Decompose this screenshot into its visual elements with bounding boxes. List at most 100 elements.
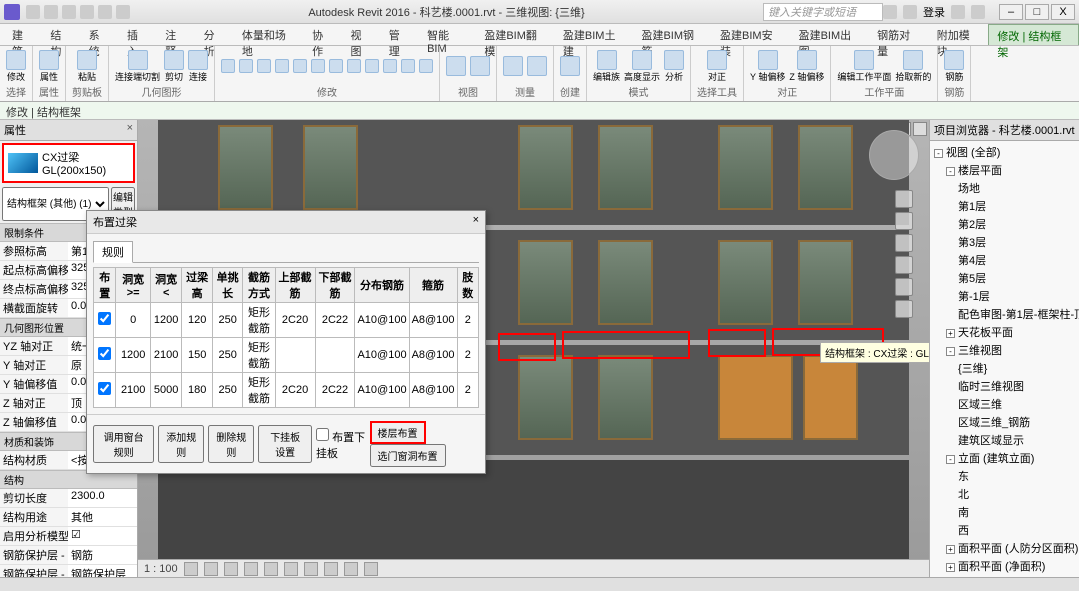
qat-undo-icon[interactable] [62, 5, 76, 19]
tree-node[interactable]: 第3层 [932, 233, 1077, 251]
dialog-tab-rules[interactable]: 规则 [93, 241, 133, 263]
ribbon-button[interactable] [275, 59, 289, 73]
type-selector[interactable]: CX过梁 GL(200x150) [2, 143, 135, 183]
nav-pan-icon[interactable] [895, 234, 913, 252]
ribbon-button[interactable]: Z 轴偏移 [789, 50, 824, 83]
ribbon-tab[interactable]: 插入 [119, 24, 157, 45]
dialog-close-icon[interactable]: × [473, 214, 479, 230]
crop-region-icon[interactable] [304, 562, 318, 576]
crop-view-icon[interactable] [284, 562, 298, 576]
viewcube[interactable] [869, 130, 919, 180]
nav-home-icon[interactable] [895, 190, 913, 208]
row-checkbox[interactable] [98, 347, 111, 360]
rendering-icon[interactable] [264, 562, 278, 576]
ribbon-button[interactable]: 钢筋 [944, 50, 964, 83]
ribbon-button[interactable]: 连接 [188, 50, 208, 83]
ribbon-tab[interactable]: 管理 [381, 24, 419, 45]
ribbon-tab[interactable]: 附加模块 [929, 24, 989, 45]
ribbon-button[interactable] [329, 59, 343, 73]
ribbon-button[interactable] [383, 59, 397, 73]
nav-orbit-icon[interactable] [895, 278, 913, 296]
ribbon-tab[interactable]: 盈建BIM安装 [712, 24, 791, 45]
row-checkbox[interactable] [98, 312, 111, 325]
tree-node[interactable]: 第-1层 [932, 287, 1077, 305]
tree-node[interactable]: 第1层 [932, 197, 1077, 215]
tree-expander-icon[interactable]: - [946, 167, 955, 176]
table-row[interactable]: 01200120250矩形截筋2C202C22A10@100A8@1002 [94, 303, 479, 338]
delete-rule-button[interactable]: 删除规则 [208, 425, 254, 463]
tree-expander-icon[interactable]: + [946, 545, 955, 554]
ribbon-button[interactable]: 拾取新的 [895, 50, 931, 83]
ribbon-button[interactable] [446, 56, 466, 76]
ribbon-button[interactable]: 编辑族 [593, 50, 620, 83]
ribbon-tab[interactable]: 分析 [196, 24, 234, 45]
ribbon-button[interactable] [401, 59, 415, 73]
tree-node[interactable]: +面积平面 (人防分区面积) [932, 539, 1077, 557]
qat-print-icon[interactable] [98, 5, 112, 19]
ribbon-tab[interactable]: 视图 [342, 24, 380, 45]
tree-node[interactable]: 区域三维_钢筋 [932, 413, 1077, 431]
tree-expander-icon[interactable]: - [946, 455, 955, 464]
ribbon-button[interactable] [419, 59, 433, 73]
tree-node[interactable]: 第5层 [932, 269, 1077, 287]
view-close-icon[interactable] [913, 122, 927, 136]
sun-path-icon[interactable] [224, 562, 238, 576]
property-row[interactable]: 钢筋保护层 - 底...钢筋保护层 [0, 565, 137, 577]
hang-board-checkbox[interactable]: 布置下挂板 [316, 428, 369, 461]
reveal-hidden-icon[interactable] [364, 562, 378, 576]
ribbon-button[interactable] [257, 59, 271, 73]
property-row[interactable]: 钢筋保护层 - 顶面钢筋 [0, 546, 137, 565]
tree-node[interactable]: 南 [932, 503, 1077, 521]
tree-node[interactable]: 西 [932, 521, 1077, 539]
table-row[interactable]: 12002100150250矩形截筋A10@100A8@1002 [94, 338, 479, 373]
ribbon-button[interactable]: 高度显示 [624, 50, 660, 83]
hang-board-settings-button[interactable]: 下挂板设置 [258, 425, 312, 463]
ribbon-tab[interactable]: 盈建BIM出图 [791, 24, 870, 45]
temp-hide-icon[interactable] [344, 562, 358, 576]
ribbon-button[interactable] [239, 59, 253, 73]
tree-node[interactable]: -楼层平面 [932, 161, 1077, 179]
ribbon-button[interactable]: 分析 [664, 50, 684, 83]
ribbon-button[interactable]: 连接端切割 [115, 50, 160, 83]
ribbon-tab[interactable]: 智能BIM [419, 24, 476, 45]
layout-by-opening-button[interactable]: 选门窗洞布置 [370, 444, 446, 467]
ribbon-button[interactable] [503, 56, 523, 76]
ribbon-button[interactable]: 编辑工作平面 [837, 50, 891, 83]
login-link[interactable]: 登录 [923, 4, 945, 20]
table-row[interactable]: 21005000180250矩形截筋2C202C22A10@100A8@1002 [94, 373, 479, 408]
ribbon-button[interactable]: Y 轴偏移 [750, 50, 785, 83]
ribbon-button[interactable] [221, 59, 235, 73]
browser-tree[interactable]: -视图 (全部)-楼层平面场地第1层第2层第3层第4层第5层第-1层配色审图-第… [930, 141, 1079, 577]
ribbon-button[interactable]: 属性 [39, 50, 59, 83]
tree-node[interactable]: {三维} [932, 359, 1077, 377]
tree-node[interactable]: 区域三维 [932, 395, 1077, 413]
tree-node[interactable]: 东 [932, 467, 1077, 485]
nav-fullnav-icon[interactable] [895, 212, 913, 230]
tree-node[interactable]: 临时三维视图 [932, 377, 1077, 395]
properties-close-icon[interactable]: × [127, 122, 133, 138]
search-input[interactable]: 键入关键字或短语 [763, 3, 883, 21]
use-sill-rule-button[interactable]: 调用窗台规则 [93, 425, 154, 463]
property-row[interactable]: 结构用途其他 [0, 508, 137, 527]
ribbon-button[interactable]: 粘贴 [77, 50, 97, 83]
maximize-button[interactable]: □ [1025, 4, 1049, 20]
tree-node[interactable]: -立面 (建筑立面) [932, 449, 1077, 467]
property-row[interactable]: 剪切长度2300.0 [0, 489, 137, 508]
property-row[interactable]: 启用分析模型☑ [0, 527, 137, 546]
tree-node[interactable]: 建筑区域显示 [932, 431, 1077, 449]
tree-node[interactable]: 第4层 [932, 251, 1077, 269]
help-icon[interactable] [971, 5, 985, 19]
detail-level-icon[interactable] [184, 562, 198, 576]
ribbon-button[interactable] [311, 59, 325, 73]
ribbon-button[interactable]: 对正 [707, 50, 727, 83]
ribbon-tab[interactable]: 协作 [304, 24, 342, 45]
qat-measure-icon[interactable] [116, 5, 130, 19]
app-icon[interactable] [4, 4, 20, 20]
view-scale[interactable]: 1 : 100 [144, 563, 178, 575]
tree-expander-icon[interactable]: - [946, 347, 955, 356]
qat-save-icon[interactable] [44, 5, 58, 19]
ribbon-tab[interactable]: 建筑 [4, 24, 42, 45]
tree-node[interactable]: 场地 [932, 179, 1077, 197]
ribbon-tab[interactable]: 系统 [81, 24, 119, 45]
nav-zoom-icon[interactable] [895, 256, 913, 274]
